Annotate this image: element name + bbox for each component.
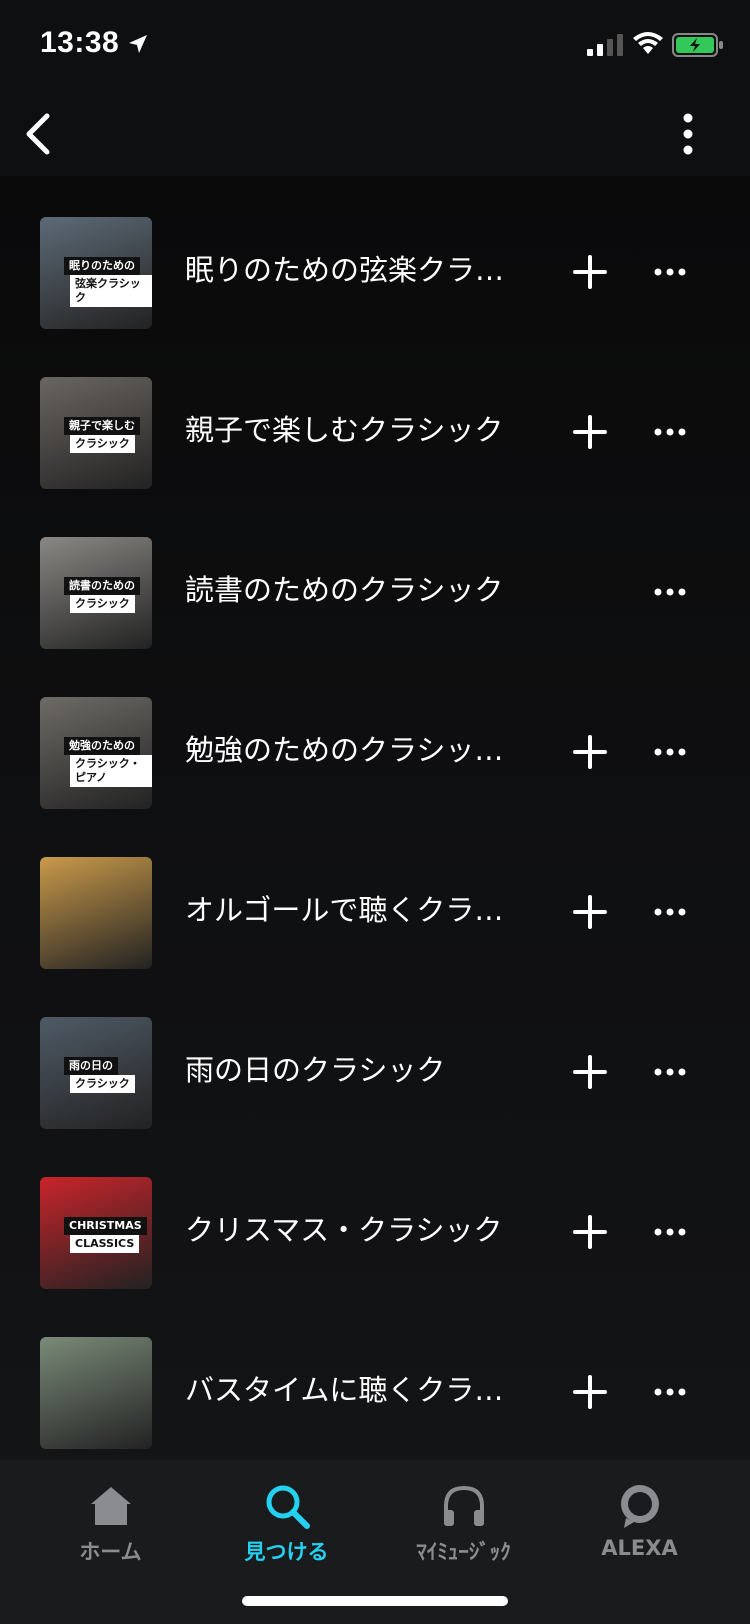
add-to-library-button[interactable] — [568, 410, 612, 454]
item-more-button[interactable] — [648, 250, 692, 294]
wifi-icon — [633, 32, 663, 54]
item-more-button[interactable] — [648, 730, 692, 774]
playlist-artwork: 雨の日の クラシック — [40, 1017, 152, 1129]
horizontal-ellipsis-icon — [654, 748, 686, 756]
home-indicator[interactable] — [242, 1596, 508, 1606]
artwork-caption-line1: CHRISTMAS — [64, 1217, 147, 1235]
horizontal-ellipsis-icon — [654, 908, 686, 916]
list-item[interactable]: 勉強のための クラシック・ピアノ 勉強のためのクラシッ… — [0, 656, 750, 816]
list-item[interactable]: バスタイムに聴くクラ… — [0, 1296, 750, 1456]
artwork-caption-line1: 眠りのための — [64, 257, 140, 275]
playlist-artwork: CHRISTMAS CLASSICS — [40, 1177, 152, 1289]
search-icon — [266, 1485, 310, 1529]
artwork-caption-line1: 勉強のための — [64, 737, 140, 755]
artwork-caption-line2: 弦楽クラシック — [70, 275, 152, 307]
playlist-artwork: 読書のための クラシック — [40, 537, 152, 649]
plus-icon — [573, 1375, 607, 1409]
plus-icon — [573, 415, 607, 449]
cellular-signal-icon — [587, 34, 623, 56]
playlist-title[interactable]: バスタイムに聴くクラ… — [185, 1370, 515, 1410]
plus-icon — [573, 1215, 607, 1249]
horizontal-ellipsis-icon — [654, 268, 686, 276]
list-item[interactable]: CHRISTMAS CLASSICS クリスマス・クラシック — [0, 1136, 750, 1296]
chevron-left-icon — [26, 113, 50, 155]
horizontal-ellipsis-icon — [654, 428, 686, 436]
add-to-library-button[interactable] — [568, 1050, 612, 1094]
more-options-button[interactable] — [664, 104, 712, 164]
playlist-list-container[interactable]: 眠りのための 弦楽クラシック 眠りのための弦楽クラ… 親子で楽しむ クラシック 親子で楽し… — [0, 176, 750, 1460]
list-item[interactable]: 眠りのための 弦楽クラシック 眠りのための弦楽クラ… — [0, 176, 750, 336]
list-item[interactable]: 親子で楽しむ クラシック 親子で楽しむクラシック — [0, 336, 750, 496]
add-to-library-button[interactable] — [568, 890, 612, 934]
add-to-library-button[interactable] — [568, 1370, 612, 1414]
playlist-artwork: 親子で楽しむ クラシック — [40, 377, 152, 489]
item-more-button[interactable] — [648, 410, 692, 454]
playlist-artwork — [40, 1337, 152, 1449]
playlist-title[interactable]: 読書のためのクラシック — [185, 570, 515, 610]
horizontal-ellipsis-icon — [654, 1228, 686, 1236]
alexa-icon — [620, 1485, 659, 1528]
artwork-caption-line1: 雨の日の — [64, 1057, 118, 1075]
item-more-button[interactable] — [648, 570, 692, 614]
tab-alexa[interactable]: ALEXA — [546, 1460, 733, 1580]
navigation-bar — [0, 92, 750, 176]
status-time: 13:38 — [40, 26, 120, 59]
vertical-ellipsis-icon — [683, 113, 693, 155]
horizontal-ellipsis-icon — [654, 588, 686, 596]
horizontal-ellipsis-icon — [654, 1388, 686, 1396]
add-to-library-button[interactable] — [568, 1210, 612, 1254]
item-more-button[interactable] — [648, 1370, 692, 1414]
playlist-title[interactable]: クリスマス・クラシック — [185, 1210, 515, 1250]
add-to-library-button[interactable] — [568, 730, 612, 774]
tab-alexa-label: ALEXA — [601, 1536, 678, 1560]
back-button[interactable] — [10, 104, 66, 164]
home-icon — [90, 1487, 131, 1525]
headphones-icon — [443, 1485, 484, 1526]
tab-home[interactable]: ホーム — [17, 1460, 204, 1580]
list-item[interactable]: 読書のための クラシック 読書のためのクラシック — [0, 496, 750, 656]
plus-icon — [573, 255, 607, 289]
list-item[interactable]: 雨の日の クラシック 雨の日のクラシック — [0, 976, 750, 1136]
plus-icon — [573, 735, 607, 769]
item-more-button[interactable] — [648, 890, 692, 934]
playlist-artwork: 勉強のための クラシック・ピアノ — [40, 697, 152, 809]
playlist-title[interactable]: オルゴールで聴くクラ… — [185, 890, 515, 930]
artwork-caption-line2: クラシック — [70, 1075, 135, 1093]
tab-search-label: 見つける — [244, 1540, 329, 1564]
playlist-title[interactable]: 眠りのための弦楽クラ… — [185, 250, 515, 290]
playlist-title[interactable]: 親子で楽しむクラシック — [185, 410, 515, 450]
artwork-caption-line2: クラシック — [70, 435, 135, 453]
list-item[interactable]: オルゴールで聴くクラ… — [0, 816, 750, 976]
plus-icon — [573, 895, 607, 929]
tab-home-label: ホーム — [79, 1540, 142, 1564]
playlist-artwork — [40, 857, 152, 969]
tab-my-music[interactable]: ﾏｲﾐｭｰｼﾞｯｸ — [370, 1460, 557, 1580]
add-to-library-button[interactable] — [568, 250, 612, 294]
playlist-title[interactable]: 雨の日のクラシック — [185, 1050, 515, 1090]
tab-my-music-label: ﾏｲﾐｭｰｼﾞｯｸ — [416, 1540, 511, 1564]
plus-icon — [573, 1055, 607, 1089]
item-more-button[interactable] — [648, 1050, 692, 1094]
playlist-title[interactable]: 勉強のためのクラシッ… — [185, 730, 515, 770]
status-bar: 13:38 — [0, 0, 750, 92]
artwork-caption-line2: CLASSICS — [70, 1235, 140, 1253]
item-more-button[interactable] — [648, 1210, 692, 1254]
battery-charging-icon — [672, 33, 723, 57]
artwork-caption-line2: クラシック・ピアノ — [70, 755, 152, 787]
tab-search[interactable]: 見つける — [193, 1460, 380, 1580]
location-arrow-icon — [129, 35, 147, 53]
playlist-artwork: 眠りのための 弦楽クラシック — [40, 217, 152, 329]
horizontal-ellipsis-icon — [654, 1068, 686, 1076]
artwork-caption-line1: 読書のための — [64, 577, 140, 595]
artwork-caption-line1: 親子で楽しむ — [64, 417, 140, 435]
artwork-caption-line2: クラシック — [70, 595, 135, 613]
